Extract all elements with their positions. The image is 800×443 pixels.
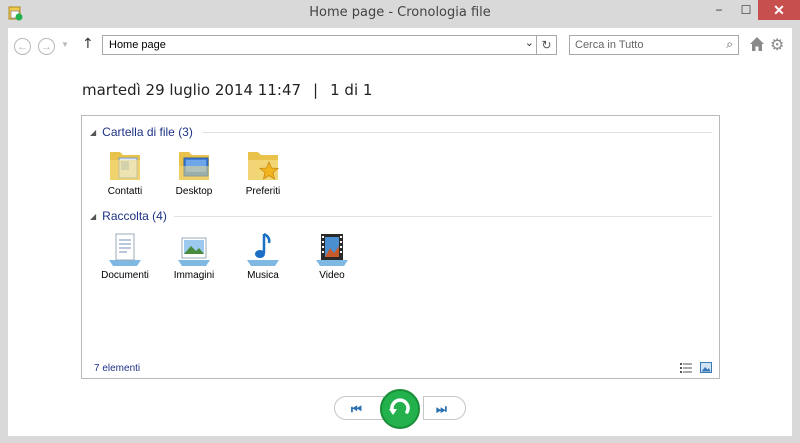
address-dropdown-icon[interactable]: ⌄ <box>525 36 534 49</box>
group-title: Raccolta (4) <box>102 209 167 223</box>
forward-button[interactable]: → <box>38 38 55 55</box>
up-button[interactable]: ↑ <box>82 36 94 52</box>
restore-button[interactable] <box>380 389 420 429</box>
snapshot-datetime: martedì 29 luglio 2014 11:47 <box>82 81 302 99</box>
desktop-folder-icon <box>179 152 209 180</box>
music-library-icon <box>247 232 279 266</box>
snapshot-separator: | <box>313 81 319 99</box>
list-item[interactable]: Desktop <box>163 146 225 197</box>
back-button[interactable]: ← <box>14 38 31 55</box>
group-divider <box>202 132 712 133</box>
file-history-window: Home page - Cronologia file − ☐ ✕ ← → ▼ … <box>0 0 800 443</box>
item-label: Musica <box>247 270 279 281</box>
previous-icon: ⏮ <box>351 402 362 416</box>
search-icon[interactable]: ⌕ <box>726 37 733 52</box>
home-icon[interactable] <box>749 36 765 52</box>
next-icon: ⏭ <box>436 402 447 416</box>
items-pane: ◢ Cartella di file (3) Contatti Desktop … <box>81 115 720 379</box>
address-value: Home page <box>109 39 166 51</box>
large-icons-view-icon[interactable] <box>700 362 712 373</box>
snapshot-position: 1 di 1 <box>330 81 373 99</box>
up-arrow-icon: ↑ <box>82 36 94 52</box>
window-title: Home page - Cronologia file <box>309 5 491 20</box>
videos-library-icon <box>316 234 348 266</box>
list-item[interactable]: Musica <box>232 230 294 281</box>
address-bar[interactable]: Home page ⌄ <box>102 35 537 55</box>
documents-library-icon <box>109 233 141 266</box>
details-view-icon[interactable] <box>680 363 692 373</box>
gear-icon[interactable]: ⚙ <box>770 35 784 55</box>
list-item[interactable]: Contatti <box>94 146 156 197</box>
refresh-icon: ↻ <box>541 38 552 52</box>
group-header-folders[interactable]: ◢ Cartella di file (3) <box>90 124 193 140</box>
previous-version-button[interactable]: ⏮ <box>334 396 384 420</box>
snapshot-date-line: martedì 29 luglio 2014 11:47 | 1 di 1 <box>82 81 372 99</box>
item-count: 7 elementi <box>94 363 141 374</box>
collapse-arrow-icon: ◢ <box>90 127 97 137</box>
item-label: Documenti <box>101 270 149 281</box>
close-button[interactable]: ✕ <box>758 0 800 20</box>
recent-locations-dropdown[interactable]: ▼ <box>61 40 69 49</box>
next-version-button[interactable]: ⏭ <box>423 396 466 420</box>
list-item[interactable]: Immagini <box>163 230 225 281</box>
group-divider <box>174 216 712 217</box>
restore-icon <box>389 398 410 415</box>
item-label: Contatti <box>107 186 143 197</box>
search-placeholder: Cerca in Tutto <box>575 39 644 51</box>
item-label: Video <box>319 270 345 281</box>
list-item[interactable]: Video <box>301 230 363 281</box>
collapse-arrow-icon: ◢ <box>90 211 97 221</box>
group-header-libraries[interactable]: ◢ Raccolta (4) <box>90 208 167 224</box>
minimize-button[interactable]: − <box>704 0 734 20</box>
item-label: Desktop <box>175 186 213 197</box>
search-input[interactable]: Cerca in Tutto ⌕ <box>569 35 739 55</box>
chevron-down-icon: ▼ <box>61 40 69 49</box>
list-item[interactable]: Preferiti <box>232 146 294 197</box>
favorites-folder-icon <box>248 152 280 180</box>
item-label: Immagini <box>173 270 215 281</box>
group-title: Cartella di file (3) <box>102 125 193 139</box>
refresh-button[interactable]: ↻ <box>537 35 557 55</box>
item-label: Preferiti <box>245 186 281 197</box>
maximize-button[interactable]: ☐ <box>734 0 758 20</box>
content-area: ← → ▼ ↑ Home page ⌄ ↻ Cerca in Tutto ⌕ ⚙… <box>8 28 792 436</box>
contacts-folder-icon <box>110 152 140 180</box>
back-arrow-icon: ← <box>17 40 28 53</box>
list-item[interactable]: Documenti <box>94 230 156 281</box>
pictures-library-icon <box>178 237 210 266</box>
forward-arrow-icon: → <box>41 40 52 53</box>
title-bar[interactable]: Home page - Cronologia file − ☐ ✕ <box>0 0 800 25</box>
